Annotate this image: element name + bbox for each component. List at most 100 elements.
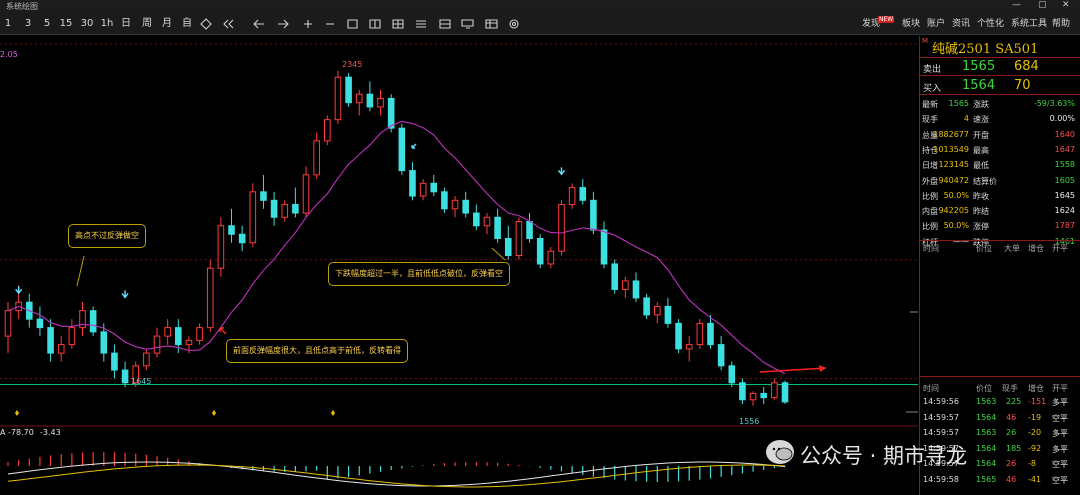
candle-body: [728, 365, 736, 384]
quote-value: 0.00%: [1049, 114, 1075, 124]
candle-body: [249, 191, 257, 244]
table-icon[interactable]: [485, 19, 498, 29]
candle-body: [196, 327, 203, 341]
col-type: 开平: [1052, 244, 1068, 253]
col-time: 时间: [923, 384, 939, 393]
candle-body: [217, 225, 225, 269]
candle-body: [324, 119, 331, 142]
tick-price: 1563: [976, 397, 997, 406]
candle-body: [270, 199, 278, 218]
candle-body: [696, 322, 704, 346]
candle-body: [111, 352, 118, 371]
menu-news[interactable]: 资讯: [952, 17, 970, 31]
quote-label: 最高: [973, 145, 989, 155]
candle-body: [590, 199, 597, 231]
menu-account[interactable]: 账户: [927, 17, 945, 31]
maximize-icon[interactable]: ▢: [1038, 0, 1047, 10]
tick-oi: -19: [1028, 412, 1042, 422]
col-bigorder: 大单: [1004, 244, 1020, 253]
high-price-label: 2345: [342, 60, 363, 69]
menu-sector[interactable]: 板块: [902, 17, 920, 31]
quote-label: 现手: [922, 115, 938, 125]
candle-body: [600, 229, 608, 265]
quote-panel: M 纯碱2501 SA501 卖出 1565 684 买入 1564 70 最新…: [919, 36, 1080, 495]
candle-body: [409, 170, 416, 197]
candle-body: [494, 216, 501, 239]
collapse-icon[interactable]: [223, 19, 234, 29]
quote-label: 昨结: [973, 207, 989, 217]
candle-body: [611, 263, 618, 290]
quote-value: 1624: [1054, 206, 1075, 216]
minimize-icon[interactable]: —: [1012, 0, 1021, 10]
col-oi: 增仓: [1028, 384, 1044, 393]
arrow-right-icon[interactable]: [278, 19, 289, 29]
zoom-in-icon[interactable]: [304, 20, 312, 28]
quote-row: 外盘 940472 结算价 1605: [920, 174, 1080, 189]
diamond-icon[interactable]: [200, 18, 212, 30]
split-icon[interactable]: [439, 19, 451, 29]
candle-body: [558, 204, 565, 252]
candle-body: [579, 187, 587, 201]
candle-body: [185, 339, 193, 346]
period-month[interactable]: 月: [160, 17, 174, 31]
quote-label: 结算价: [973, 176, 997, 186]
candle-body: [164, 327, 171, 337]
quote-value: 50.0%: [943, 190, 969, 200]
period-1hour[interactable]: 1h: [100, 17, 114, 31]
period-15min[interactable]: 15: [58, 17, 74, 31]
quote-row: 内盘 942205 昨结 1624: [920, 204, 1080, 219]
layout-icon[interactable]: [369, 19, 381, 29]
candle-body: [685, 344, 693, 350]
sell-qty: 684: [1014, 59, 1039, 74]
candle-body: [238, 233, 246, 244]
tick-price: 1565: [976, 474, 997, 484]
col-price: 价位: [976, 384, 992, 393]
candle-body: [4, 310, 12, 337]
low-price-label-left: 1645: [131, 377, 152, 386]
candle-body: [441, 191, 448, 210]
annotation-box-1: 高点不过反弹做空: [68, 224, 146, 248]
candle-body: [153, 335, 161, 354]
settings-icon[interactable]: [509, 19, 519, 29]
tick-volume: 46: [1006, 474, 1017, 484]
wechat-icon: [766, 440, 794, 464]
period-day[interactable]: 日: [119, 17, 133, 31]
col-type: 开平: [1052, 384, 1068, 393]
trend-arrow: [759, 367, 827, 373]
period-3min[interactable]: 3: [22, 17, 34, 31]
quote-label: 最低: [973, 161, 989, 171]
period-custom[interactable]: 自: [180, 17, 194, 31]
list-icon[interactable]: [416, 20, 426, 28]
tick-row: 14:59:57 1563 26 -20 多平: [920, 427, 1080, 440]
period-1min[interactable]: 1: [2, 17, 14, 31]
annotation-text-3: 前面反弹幅度很大，且低点高于前低，反转看得: [233, 346, 401, 355]
marker-diamond: [212, 410, 216, 416]
candle-body: [281, 204, 289, 218]
quote-value: 4: [963, 114, 969, 124]
quote-value: 1605: [1054, 175, 1075, 185]
buy-row[interactable]: 买入 1564 70: [920, 77, 1080, 95]
period-5min[interactable]: 5: [41, 17, 53, 31]
period-week[interactable]: 周: [140, 17, 154, 31]
sell-row[interactable]: 卖出 1565 684: [920, 58, 1080, 76]
arrow-left-icon[interactable]: [253, 19, 264, 29]
monitor-icon[interactable]: [461, 19, 474, 29]
tick-time: 14:59:57: [923, 428, 959, 437]
quote-value: 942205: [938, 206, 969, 216]
new-badge: NEW: [878, 16, 895, 23]
candle-body: [334, 76, 342, 121]
menu-tools[interactable]: 系统工具: [1011, 17, 1047, 31]
menu-help[interactable]: 帮助: [1052, 17, 1070, 31]
expand-icon[interactable]: [347, 19, 358, 29]
candle-body: [664, 305, 672, 324]
kline-chart[interactable]: 2.05 2345 1645 1556 高点不过反弹做空 下跌幅度超过一半，且前…: [0, 36, 918, 495]
candle-body: [547, 250, 555, 265]
candle-body: [260, 191, 267, 201]
menu-personal[interactable]: 个性化: [977, 17, 1004, 31]
close-icon[interactable]: ✕: [1062, 0, 1070, 10]
grid-icon[interactable]: [392, 19, 404, 29]
period-30min[interactable]: 30: [79, 17, 95, 31]
signal-arrow: [15, 286, 23, 295]
candle-body: [749, 392, 757, 401]
tick-volume: 26: [1006, 428, 1017, 437]
